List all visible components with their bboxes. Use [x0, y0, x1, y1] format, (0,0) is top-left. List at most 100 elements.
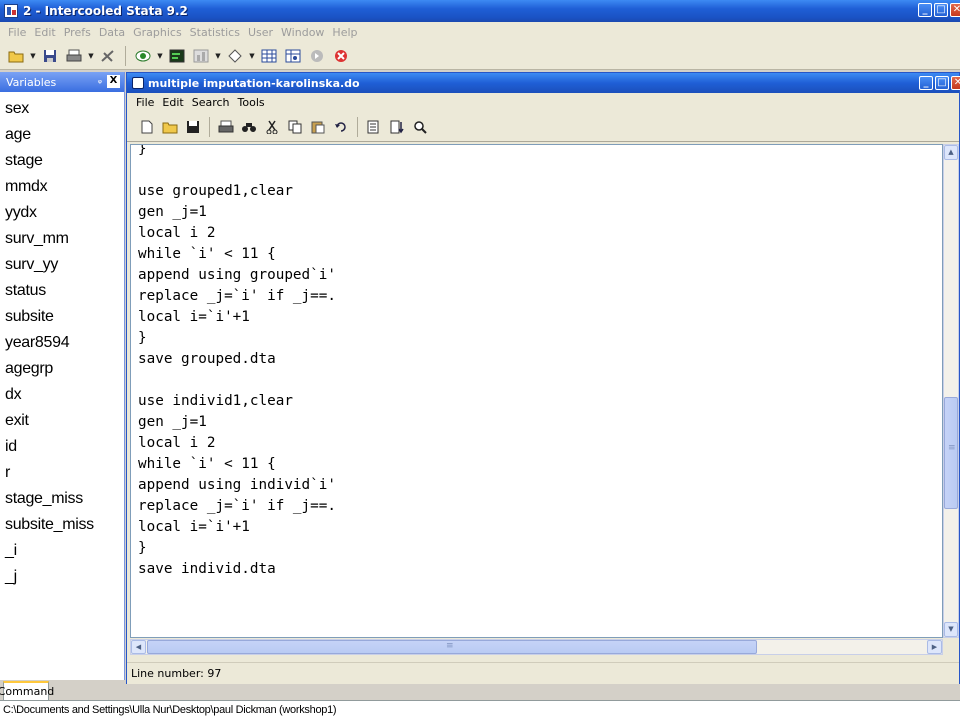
copy-icon[interactable] [285, 117, 305, 137]
viewer-dropdown-icon[interactable]: ▼ [157, 46, 163, 66]
main-toolbar: ▼ ▼ ▼ ▼ ▼ [0, 42, 960, 70]
editor-minimize-button[interactable]: _ [919, 76, 933, 90]
do-current-icon[interactable] [364, 117, 384, 137]
variables-list: sex age stage mmdx yydx surv_mm surv_yy … [0, 92, 124, 590]
menu-help[interactable]: Help [328, 26, 361, 39]
pin-icon[interactable]: ᵩ [98, 75, 102, 86]
variables-panel-close-button[interactable]: X [107, 75, 120, 88]
code-text[interactable]: } use grouped1,clear gen _j=1 local i 2 … [138, 145, 336, 580]
cut-icon[interactable] [262, 117, 282, 137]
variable-item[interactable]: status [0, 278, 124, 304]
results-icon[interactable] [167, 46, 187, 66]
graph-dropdown-icon[interactable]: ▼ [215, 46, 221, 66]
menu-user[interactable]: User [244, 26, 277, 39]
menu-file[interactable]: File [4, 26, 30, 39]
editor-close-button[interactable]: ✕ [951, 76, 960, 90]
print-icon[interactable] [64, 46, 84, 66]
command-tab[interactable]: Command [0, 681, 54, 700]
new-icon[interactable] [137, 117, 157, 137]
dofile-editor-icon[interactable] [132, 77, 144, 89]
dofile-icon[interactable] [225, 46, 245, 66]
vertical-scrollbar[interactable]: ▲ ▼ [943, 144, 959, 638]
editor-maximize-button[interactable]: □ [935, 76, 949, 90]
undo-icon[interactable] [331, 117, 351, 137]
variable-item[interactable]: subsite_miss [0, 512, 124, 538]
editor-status-bar: Line number: 97 [127, 662, 959, 684]
menu-graphics[interactable]: Graphics [129, 26, 186, 39]
toolbar-separator [357, 116, 358, 137]
preview-icon[interactable] [410, 117, 430, 137]
editor-menu-file[interactable]: File [132, 96, 158, 109]
dofile-dropdown-icon[interactable]: ▼ [249, 46, 255, 66]
more-icon[interactable] [307, 46, 327, 66]
minimize-button[interactable]: _ [918, 3, 932, 17]
variable-item[interactable]: dx [0, 382, 124, 408]
open-dropdown-icon[interactable]: ▼ [30, 46, 36, 66]
variable-item[interactable]: yydx [0, 200, 124, 226]
variables-panel-title: Variables [6, 75, 57, 89]
log-icon[interactable] [98, 46, 118, 66]
menu-window[interactable]: Window [277, 26, 328, 39]
save-icon[interactable] [183, 117, 203, 137]
command-bar[interactable]: C:\Documents and Settings\Ulla Nur\Deskt… [0, 700, 960, 720]
variable-item[interactable]: id [0, 434, 124, 460]
variable-item[interactable]: agegrp [0, 356, 124, 382]
variable-item[interactable]: r [0, 460, 124, 486]
print-dropdown-icon[interactable]: ▼ [88, 46, 94, 66]
break-icon[interactable] [331, 46, 351, 66]
run-icon[interactable] [387, 117, 407, 137]
paste-icon[interactable] [308, 117, 328, 137]
variable-item[interactable]: _i [0, 538, 124, 564]
print-icon[interactable] [216, 117, 236, 137]
maximize-button[interactable]: □ [934, 3, 948, 17]
code-editor[interactable]: } use grouped1,clear gen _j=1 local i 2 … [130, 144, 943, 638]
editor-title: multiple imputation-karolinska.do [148, 76, 360, 90]
data-editor-icon[interactable] [259, 46, 279, 66]
title-bar: 2 - Intercooled Stata 9.2 _ □ ✕ [0, 0, 960, 22]
variable-item[interactable]: subsite [0, 304, 124, 330]
horizontal-scroll-thumb[interactable] [147, 640, 757, 654]
variables-panel-header: Variables ᵩ X [0, 72, 124, 92]
working-directory-path: C:\Documents and Settings\Ulla Nur\Deskt… [3, 704, 337, 716]
variables-panel: Variables ᵩ X sex age stage mmdx yydx su… [0, 72, 125, 680]
graph-icon[interactable] [191, 46, 211, 66]
variable-item[interactable]: stage [0, 148, 124, 174]
editor-menu-tools[interactable]: Tools [234, 96, 269, 109]
editor-window-controls: _ □ ✕ [919, 76, 960, 90]
find-icon[interactable] [239, 117, 259, 137]
stata-app-icon[interactable] [4, 4, 18, 18]
editor-menu-search[interactable]: Search [188, 96, 234, 109]
editor-menu-edit[interactable]: Edit [158, 96, 187, 109]
menu-data[interactable]: Data [95, 26, 129, 39]
variable-item[interactable]: age [0, 122, 124, 148]
main-menubar: File Edit Prefs Data Graphics Statistics… [0, 22, 960, 42]
save-icon[interactable] [40, 46, 60, 66]
scroll-down-arrow-icon[interactable]: ▼ [944, 622, 958, 637]
toolbar-separator [209, 116, 210, 137]
variable-item[interactable]: surv_mm [0, 226, 124, 252]
editor-toolbar [127, 112, 959, 142]
vertical-scroll-thumb[interactable] [944, 397, 958, 509]
scroll-left-arrow-icon[interactable]: ◀ [131, 640, 146, 654]
menu-statistics[interactable]: Statistics [186, 26, 244, 39]
menu-prefs[interactable]: Prefs [60, 26, 95, 39]
variable-item[interactable]: _j [0, 564, 124, 590]
data-browser-icon[interactable] [283, 46, 303, 66]
variable-item[interactable]: year8594 [0, 330, 124, 356]
open-icon[interactable] [160, 117, 180, 137]
editor-menubar: File Edit Search Tools [127, 93, 959, 112]
variable-item[interactable]: sex [0, 96, 124, 122]
dofile-editor-window: multiple imputation-karolinska.do _ □ ✕ … [126, 72, 960, 684]
menu-edit[interactable]: Edit [30, 26, 59, 39]
variable-item[interactable]: stage_miss [0, 486, 124, 512]
variable-item[interactable]: surv_yy [0, 252, 124, 278]
close-button[interactable]: ✕ [950, 3, 960, 17]
open-icon[interactable] [6, 46, 26, 66]
scroll-right-arrow-icon[interactable]: ▶ [927, 640, 942, 654]
window-controls: _ □ ✕ [918, 3, 960, 17]
horizontal-scrollbar[interactable]: ◀ ▶ [130, 639, 943, 655]
viewer-icon[interactable] [133, 46, 153, 66]
scroll-up-arrow-icon[interactable]: ▲ [944, 145, 958, 160]
variable-item[interactable]: mmdx [0, 174, 124, 200]
variable-item[interactable]: exit [0, 408, 124, 434]
